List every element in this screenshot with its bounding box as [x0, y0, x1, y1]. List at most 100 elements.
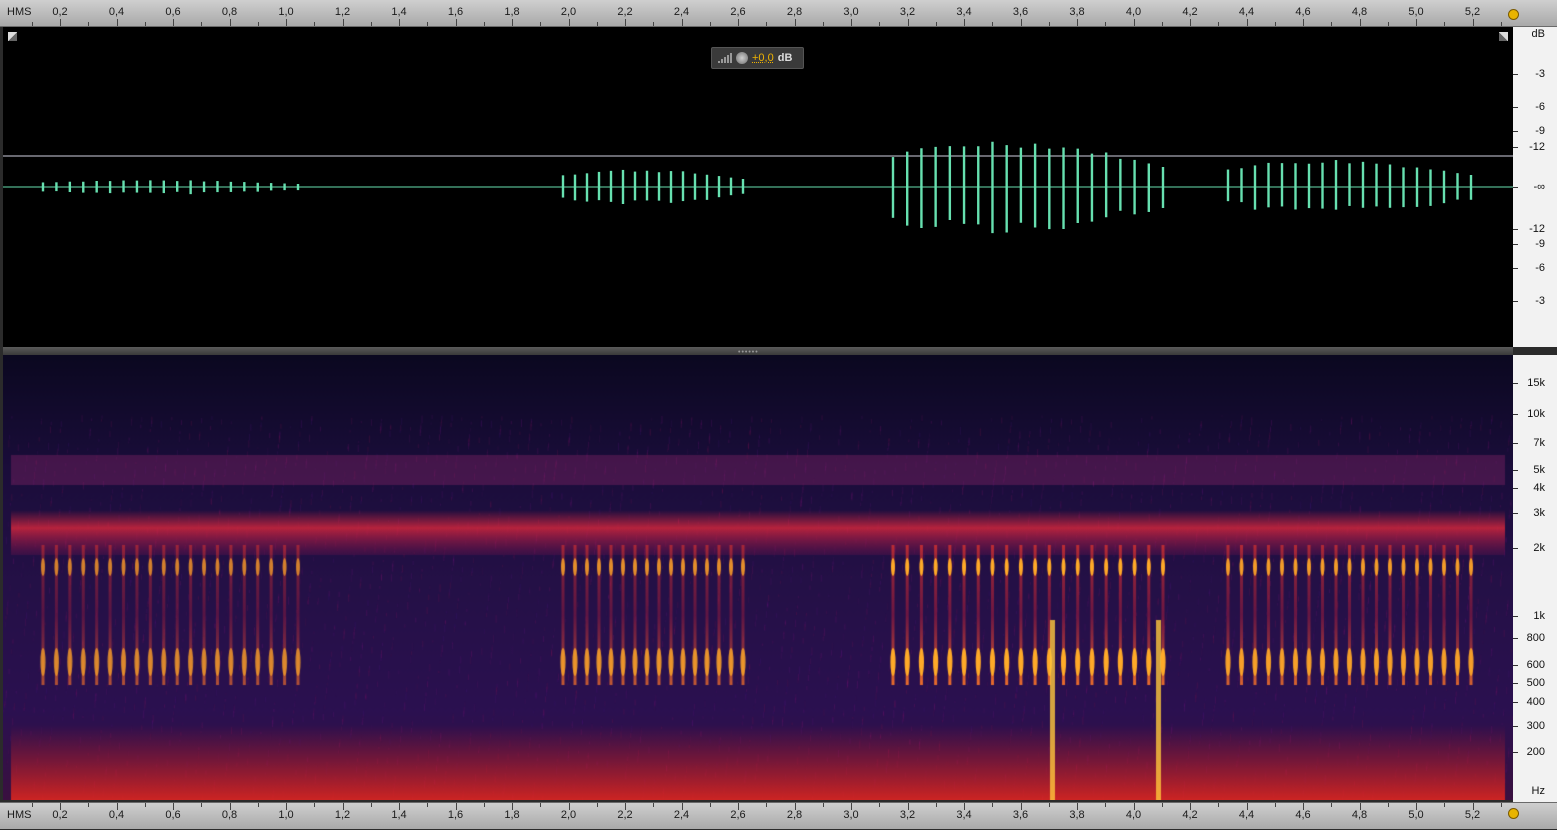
frequency-tick-mark	[1513, 470, 1518, 471]
time-tick-mark	[257, 803, 259, 807]
zoom-corner-left-icon[interactable]	[8, 32, 17, 41]
time-tick-mark	[31, 803, 33, 807]
frequency-tick-label: 2k	[1533, 542, 1545, 554]
frequency-scale: Hz 15k 10k 7k 5k 4k 3k 2k 1k 800 600 500 400 300 200	[1513, 355, 1557, 802]
time-tick-mark	[60, 803, 61, 810]
time-tick-label: 4,4	[1238, 809, 1255, 821]
time-tick-mark	[738, 19, 739, 26]
time-tick-mark	[766, 803, 768, 807]
time-tick-mark	[1359, 19, 1361, 26]
time-tick-label: 2,6	[730, 809, 746, 821]
time-tick-mark	[738, 803, 739, 810]
frequency-tick-mark	[1513, 638, 1518, 639]
time-tick-label: 0,8	[221, 6, 238, 18]
time-tick-mark	[1161, 803, 1163, 807]
time-tick-mark	[1331, 803, 1333, 807]
time-tick-mark	[1387, 803, 1389, 807]
frequency-unit-label: Hz	[1531, 785, 1545, 797]
time-tick-mark	[1303, 803, 1304, 810]
gain-hud[interactable]: +0,0 dB	[711, 47, 804, 69]
time-tick-mark	[88, 803, 90, 807]
spectral-frequency-display[interactable]	[3, 355, 1513, 800]
time-tick-mark	[173, 803, 174, 810]
time-tick-label: 1,8	[504, 6, 520, 18]
frequency-tick-label: 500	[1526, 677, 1545, 689]
time-tick-mark	[851, 803, 852, 810]
time-unit-label: HMS	[7, 6, 32, 18]
amplitude-tick-label: -6	[1535, 262, 1545, 274]
time-tick-mark	[342, 19, 344, 26]
time-tick-mark	[229, 803, 231, 810]
time-tick-label: 2,2	[617, 6, 633, 18]
time-tick-mark	[144, 22, 146, 26]
time-tick-mark	[1500, 22, 1502, 26]
time-tick-label: 0,2	[52, 6, 68, 18]
time-tick-mark	[709, 803, 711, 807]
time-tick-mark	[314, 22, 316, 26]
amplitude-tick-mark	[1513, 244, 1518, 245]
time-tick-label: 2,6	[730, 6, 746, 18]
time-tick-mark	[229, 19, 231, 26]
frequency-tick-label: 600	[1526, 659, 1545, 671]
time-tick-label: 1,6	[447, 6, 464, 18]
time-tick-label: 0,6	[165, 6, 181, 18]
amplitude-tick-mark	[1513, 268, 1518, 269]
time-tick-label: 2,4	[673, 6, 690, 18]
time-tick-mark	[1387, 22, 1389, 26]
frequency-tick-label: 800	[1526, 632, 1545, 644]
time-tick-mark	[201, 22, 203, 26]
zoom-corner-right-icon[interactable]	[1499, 32, 1508, 41]
time-tick-mark	[1444, 22, 1446, 26]
time-tick-label: 4,8	[1351, 6, 1368, 18]
time-tick-label: 4,0	[1125, 6, 1142, 18]
amplitude-tick-mark	[1513, 131, 1518, 132]
frequency-tick-label: 15k	[1527, 377, 1545, 389]
frequency-tick-mark	[1513, 548, 1518, 549]
frequency-tick-mark	[1513, 443, 1518, 444]
time-tick-mark	[1077, 19, 1078, 26]
time-tick-mark	[1161, 22, 1163, 26]
waveform-display[interactable]: +0,0 dB	[3, 27, 1513, 347]
time-tick-label: 2,8	[786, 6, 803, 18]
time-tick-mark	[370, 803, 372, 807]
playhead-handle-icon[interactable]	[1508, 9, 1519, 20]
time-tick-mark	[625, 803, 626, 810]
time-tick-mark	[1359, 803, 1361, 810]
time-tick-label: 1,2	[334, 6, 351, 18]
time-tick-label: 5,2	[1464, 6, 1481, 18]
time-tick-mark	[1077, 803, 1078, 810]
time-tick-label: 4,6	[1295, 809, 1311, 821]
time-tick-mark	[822, 22, 824, 26]
time-tick-mark	[1133, 803, 1135, 810]
amplitude-scale: dB -3 -6 -9 -12 -∞ -12 -9 -6 -3	[1513, 27, 1557, 347]
time-tick-label: 5,0	[1408, 809, 1424, 821]
time-tick-label: 3,6	[1012, 6, 1029, 18]
playhead-handle-icon[interactable]	[1508, 808, 1519, 819]
time-tick-label: 4,8	[1351, 809, 1368, 821]
time-tick-mark	[1190, 19, 1191, 26]
frequency-tick-label: 3k	[1533, 507, 1545, 519]
amplitude-tick-label: -9	[1535, 238, 1545, 250]
time-tick-mark	[625, 19, 626, 26]
time-tick-mark	[370, 22, 372, 26]
time-tick-mark	[596, 22, 598, 26]
time-tick-mark	[427, 803, 429, 807]
time-tick-label: 3,8	[1069, 809, 1085, 821]
panel-divider[interactable]: ••••••	[3, 347, 1513, 356]
time-tick-mark	[1472, 19, 1474, 26]
time-ruler-top[interactable]: HMS 0,2 0,4 0,6 0,8 1,0 1,2 1,4 1,6 1,8 2,0 2,2 2,4…	[0, 0, 1557, 27]
frequency-tick-label: 300	[1526, 720, 1545, 732]
time-tick-mark	[596, 803, 598, 807]
frequency-tick-mark	[1513, 414, 1518, 415]
time-tick-mark	[794, 19, 796, 26]
time-unit-label: HMS	[7, 809, 32, 821]
time-tick-mark	[1105, 803, 1107, 807]
time-tick-mark	[1020, 19, 1022, 26]
editor-view: HMS 0,2 0,4 0,6 0,8 1,0 1,2 1,4 1,6 1,8 2,0 2,2 2,4…	[0, 0, 1557, 830]
time-tick-label: 2,2	[617, 809, 633, 821]
frequency-tick-label: 200	[1526, 746, 1545, 758]
knob-icon[interactable]	[736, 52, 748, 64]
time-tick-mark	[1048, 22, 1050, 26]
gain-value[interactable]: +0,0	[752, 52, 774, 64]
time-ruler-bottom[interactable]: HMS 0,2 0,4 0,6 0,8 1,0 1,2 1,4 1,6 1,8 2,0 2,2 2,4…	[0, 802, 1557, 829]
